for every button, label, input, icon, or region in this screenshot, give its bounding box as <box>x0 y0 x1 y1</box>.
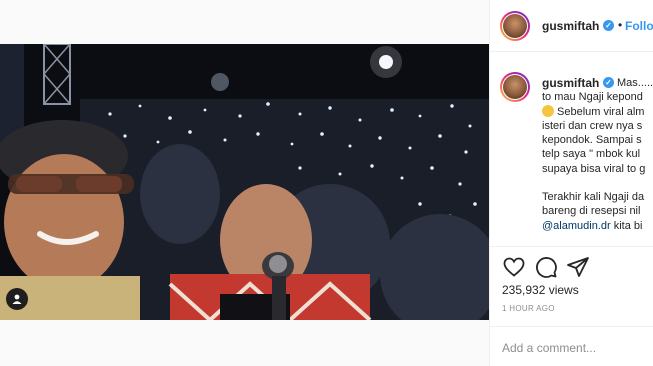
comment-icon[interactable] <box>534 255 558 279</box>
post-timestamp[interactable]: 1 HOUR AGO <box>502 304 555 313</box>
caption-line: isteri dan crew nya s <box>542 119 643 132</box>
crying-emoji-icon <box>542 104 554 117</box>
mention-link[interactable]: @alamudin.dr <box>542 220 611 232</box>
caption-line: telp saya " mbok kul <box>542 148 641 161</box>
avatar[interactable] <box>500 11 530 41</box>
heart-icon[interactable] <box>502 255 526 279</box>
caption-line: kepondok. Sampai s <box>542 134 642 147</box>
person-icon <box>12 294 22 304</box>
post-video[interactable] <box>0 44 489 320</box>
instagram-post: gusmiftah ✓ • Follow gusmiftah ✓ Mas....… <box>0 0 653 366</box>
verified-badge-icon: ✓ <box>603 20 614 31</box>
share-icon[interactable] <box>566 255 590 279</box>
view-count[interactable]: 235,932 views <box>502 283 579 297</box>
post-header: gusmiftah ✓ • Follow <box>490 0 653 52</box>
caption-line: @alamudin.dr kita bi <box>542 219 643 232</box>
follow-button[interactable]: Follow <box>625 19 653 33</box>
concert-crowd-image <box>0 44 489 320</box>
caption-line: Terakhir kali Ngaji da <box>542 191 645 204</box>
caption-line: Sebelum viral alm <box>542 104 653 119</box>
caption-line: bareng di resepsi nil <box>542 205 641 218</box>
comment-box <box>490 326 653 366</box>
header-username[interactable]: gusmiftah <box>542 19 599 33</box>
post-sidebar: gusmiftah ✓ • Follow gusmiftah ✓ Mas....… <box>489 0 653 366</box>
separator-dot: • <box>618 18 623 32</box>
caption-line: to mau Ngaji kepond <box>542 91 643 104</box>
caption-text: Mas...... to mau Ngaji kepond Sebelum vi… <box>542 76 653 233</box>
caption-avatar[interactable] <box>500 72 530 102</box>
comment-input[interactable] <box>502 338 652 358</box>
caption-line: Mas...... <box>617 77 653 89</box>
post-caption: gusmiftah ✓ Mas...... to mau Ngaji kepon… <box>490 64 653 244</box>
action-bar <box>490 246 653 286</box>
caption-line: supaya bisa viral to g <box>542 162 646 175</box>
user-tag-icon[interactable] <box>6 288 28 310</box>
